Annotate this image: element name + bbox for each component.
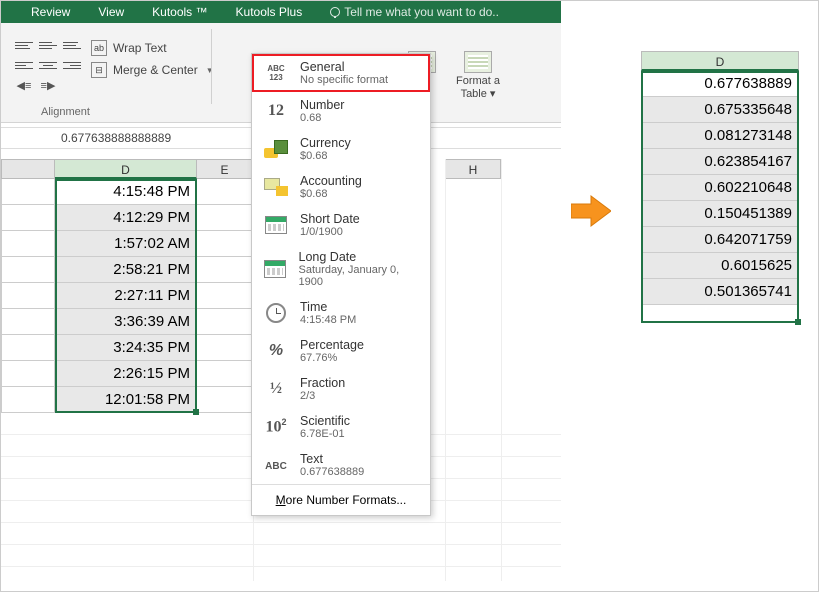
cell-d[interactable]: 3:24:35 PM — [55, 335, 197, 361]
tab-view[interactable]: View — [98, 5, 124, 19]
cell-d[interactable]: 4:15:48 PM — [55, 179, 197, 205]
cell-c[interactable] — [1, 309, 55, 335]
number-format-dropdown: ABC123GeneralNo specific format12Number0… — [251, 53, 431, 516]
number-format-text[interactable]: ABCText0.677638889 — [252, 446, 430, 484]
bulb-icon — [330, 7, 340, 17]
menu-strip: Review View Kutools ™ Kutools Plus Tell … — [1, 1, 561, 23]
align-middle-icon[interactable] — [39, 37, 57, 53]
col-header-e[interactable]: E — [197, 159, 253, 179]
cell-d[interactable]: 1:57:02 AM — [55, 231, 197, 257]
cell-d[interactable]: 2:26:15 PM — [55, 361, 197, 387]
cell-d[interactable]: 0.501365741 — [641, 279, 799, 305]
number-format-scientific[interactable]: 102Scientific6.78E-01 — [252, 408, 430, 446]
cell-e[interactable] — [197, 361, 253, 387]
merge-icon: ⊟ — [91, 62, 107, 78]
tab-kutools[interactable]: Kutools ™ — [152, 5, 207, 19]
number-format-short-date[interactable]: Short Date1/0/1900 — [252, 206, 430, 244]
cell-d[interactable]: 2:27:11 PM — [55, 283, 197, 309]
align-left-icon[interactable] — [15, 57, 33, 73]
cell-c[interactable] — [1, 387, 55, 413]
table-icon — [464, 51, 492, 73]
cell-d[interactable]: 0.623854167 — [641, 149, 799, 175]
wrap-icon: ab — [91, 40, 107, 56]
cell-d[interactable]: 0.081273148 — [641, 123, 799, 149]
cell-e[interactable] — [197, 335, 253, 361]
align-right-icon[interactable] — [63, 57, 81, 73]
cell-d[interactable]: 0.677638889 — [641, 71, 799, 97]
chevron-down-icon: ▼ — [206, 66, 214, 75]
cell-d[interactable]: 4:12:29 PM — [55, 205, 197, 231]
align-top-icon[interactable] — [15, 37, 33, 53]
number-format-accounting[interactable]: Accounting$0.68 — [252, 168, 430, 206]
tab-kutools-plus[interactable]: Kutools Plus — [236, 5, 303, 19]
wrap-text-button[interactable]: abWrap Text — [91, 37, 214, 59]
cell-e[interactable] — [197, 387, 253, 413]
abc-icon: ABC — [262, 456, 290, 474]
number-format-long-date[interactable]: Long DateSaturday, January 0, 1900 — [252, 244, 430, 294]
cell-d[interactable]: 3:36:39 AM — [55, 309, 197, 335]
cell-c[interactable] — [1, 205, 55, 231]
cal-icon — [262, 260, 289, 278]
worksheet-right: D 0.6776388890.6753356480.0812731480.623… — [641, 51, 799, 305]
more-number-formats[interactable]: More Number Formats... — [252, 484, 430, 515]
cell-e[interactable] — [197, 283, 253, 309]
cal-icon — [262, 216, 290, 234]
cell-c[interactable] — [1, 335, 55, 361]
alignment-buttons — [15, 37, 81, 77]
number-format-time[interactable]: Time4:15:48 PM — [252, 294, 430, 332]
number-format-percentage[interactable]: %Percentage67.76% — [252, 332, 430, 370]
clock-icon — [262, 303, 290, 323]
number-format-general[interactable]: ABC123GeneralNo specific format — [252, 54, 430, 92]
12-icon: 12 — [262, 102, 290, 120]
col-header-c[interactable] — [1, 159, 55, 179]
cell-c[interactable] — [1, 283, 55, 309]
cell-e[interactable] — [197, 205, 253, 231]
cell-e[interactable] — [197, 179, 253, 205]
cell-e[interactable] — [197, 309, 253, 335]
number-format-fraction[interactable]: ½Fraction2/3 — [252, 370, 430, 408]
tell-me[interactable]: Tell me what you want to do.. — [330, 5, 499, 19]
cell-c[interactable] — [1, 361, 55, 387]
align-center-icon[interactable] — [39, 57, 57, 73]
decrease-indent-icon[interactable]: ◀≡ — [15, 77, 33, 93]
tab-review[interactable]: Review — [31, 5, 70, 19]
arrow-icon — [561, 191, 621, 231]
col-header-d-right[interactable]: D — [641, 51, 799, 71]
number-format-number[interactable]: 12Number0.68 — [252, 92, 430, 130]
worksheet-left: D E 4:15:48 PM4:12:29 PM1:57:02 AM2:58:2… — [1, 159, 253, 413]
cell-c[interactable] — [1, 231, 55, 257]
abc123-icon: ABC123 — [262, 64, 290, 82]
col-header-d[interactable]: D — [55, 159, 197, 179]
col-header-h[interactable]: H — [445, 159, 501, 179]
cell-c[interactable] — [1, 257, 55, 283]
acct-icon — [262, 178, 290, 196]
coins-icon — [262, 140, 290, 158]
cell-d[interactable]: 2:58:21 PM — [55, 257, 197, 283]
fill-handle[interactable] — [795, 319, 801, 325]
number-format-currency[interactable]: Currency$0.68 — [252, 130, 430, 168]
cell-d[interactable]: 12:01:58 PM — [55, 387, 197, 413]
merge-center-button[interactable]: ⊟Merge & Center▼ — [91, 59, 214, 81]
cell-e[interactable] — [197, 231, 253, 257]
frac-icon: ½ — [262, 380, 290, 398]
format-as-table-button[interactable]: Format aTable ▾ — [453, 51, 503, 100]
cell-c[interactable] — [1, 179, 55, 205]
cell-d[interactable]: 0.675335648 — [641, 97, 799, 123]
cell-d[interactable]: 0.6015625 — [641, 253, 799, 279]
sci-icon: 102 — [262, 417, 290, 436]
cell-d[interactable]: 0.150451389 — [641, 201, 799, 227]
cell-d[interactable]: 0.642071759 — [641, 227, 799, 253]
align-bottom-icon[interactable] — [63, 37, 81, 53]
cell-d[interactable]: 0.602210648 — [641, 175, 799, 201]
pct-icon: % — [262, 342, 290, 360]
cell-e[interactable] — [197, 257, 253, 283]
increase-indent-icon[interactable]: ≡▶ — [39, 77, 57, 93]
group-label-alignment: Alignment — [41, 106, 90, 118]
